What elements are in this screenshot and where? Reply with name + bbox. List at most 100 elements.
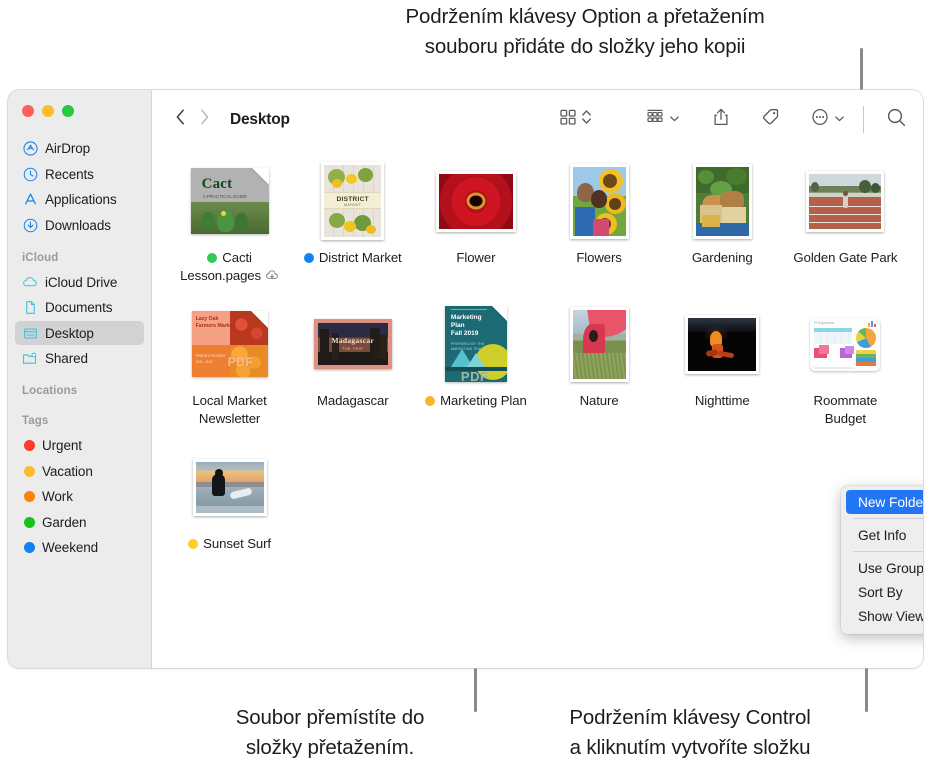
sidebar-item-label: Weekend [42,540,99,555]
shared-folder-icon [22,351,38,367]
menu-item-label: Use Groups [858,560,923,576]
file-item[interactable]: R Expenses Roommate Budget [784,302,907,427]
tag-color-dot [24,542,35,553]
forward-button[interactable] [192,106,216,134]
file-item[interactable]: Nighttime [661,302,784,427]
search-button[interactable] [886,105,907,135]
tag-icon [760,107,780,132]
file-label: Local Market Newsletter [169,392,291,427]
file-label: Nature [580,392,619,410]
share-button[interactable] [712,105,730,135]
file-name-line: Nighttime [694,393,750,408]
context-menu[interactable]: New Folder Get Info Use Groups Sort By ›… [841,486,923,634]
group-by-icon [645,107,665,132]
back-button[interactable] [168,106,192,134]
file-item[interactable]: Madagascar THE TRIP Madagascar [291,302,414,427]
menu-item-use-groups[interactable]: Use Groups [846,556,923,580]
file-item[interactable]: Gardening [661,159,784,284]
file-item[interactable]: DISTRICT MARKET District Market [291,159,414,284]
window-controls [22,105,74,117]
file-item[interactable]: Lazy Oak Farmers Market FRESH PICKED VOL. … [168,302,291,427]
menu-item-sort-by[interactable]: Sort By › [846,580,923,604]
sidebar-item-label: AirDrop [45,141,91,156]
sidebar-tag-vacation[interactable]: Vacation [15,459,144,483]
cloud-icon [22,274,38,290]
photo-thumbnail [692,163,752,239]
sidebar-item-label: Shared [45,351,88,366]
airdrop-icon [22,141,38,157]
sidebar-item-downloads[interactable]: Downloads [15,213,144,237]
file-item[interactable]: Sunset Surf [168,445,291,553]
sidebar-item-shared[interactable]: Shared [15,347,144,371]
sidebar-item-label: Urgent [42,438,82,453]
chevron-right-icon [198,107,211,132]
group-by-button[interactable] [645,105,680,135]
file-label: Golden Gate Park [793,249,897,267]
file-name-line: Lesson.pages [180,267,262,283]
menu-item-get-info[interactable]: Get Info [846,523,923,547]
file-label: Flowers [576,249,622,267]
file-thumbnail: DISTRICT MARKET [321,162,385,240]
sidebar-item-airdrop[interactable]: AirDrop [15,137,144,161]
sidebar-item-label: iCloud Drive [45,274,118,290]
file-label: Madagascar [317,392,389,410]
file-label: Gardening [692,249,753,267]
sidebar-tag-weekend[interactable]: Weekend [15,536,144,560]
sidebar-tag-garden[interactable]: Garden [15,510,144,534]
pdf-document-icon: Lazy Oak Farmers Market FRESH PICKED VOL. … [191,311,268,377]
file-label: Flower [456,249,495,267]
clock-icon [22,166,38,182]
sidebar-item-documents[interactable]: Documents [15,296,144,320]
file-item[interactable]: Golden Gate Park [784,159,907,284]
file-label: Sunset Surf [188,535,271,553]
sidebar-item-icloud-drive[interactable]: iCloud Drive [15,270,144,294]
file-item[interactable]: Cact A PRACTICAL GUIDE Cacti Lesson.page… [168,159,291,284]
annotation-drag-to-move: Soubor přemístíte do složky přetažením. [235,706,425,759]
finder-window: AirDrop Recents Applications Downloads i… [8,90,923,668]
sidebar-tag-work[interactable]: Work [15,485,144,509]
menu-item-label: Show View Options [858,608,923,624]
file-name-line: Local Market [192,393,267,408]
view-mode-button[interactable] [559,105,577,135]
close-button[interactable] [22,105,34,117]
sidebar-tag-urgent[interactable]: Urgent [15,434,144,458]
file-item[interactable]: Nature [537,302,660,427]
photo-thumbnail [685,314,760,374]
sort-updown-icon [580,107,593,132]
zoom-button[interactable] [62,105,74,117]
photo-thumbnail [192,458,267,516]
file-name-line: Marketing Plan [440,393,527,408]
sidebar-item-label: Desktop [45,325,94,341]
sidebar-item-desktop[interactable]: Desktop [15,321,144,345]
file-item[interactable]: Flower [414,159,537,284]
file-thumbnail [806,163,885,239]
file-label: Nighttime [695,392,750,410]
sidebar-item-label: Vacation [42,463,93,479]
chevron-down-icon [669,111,680,129]
file-item[interactable]: Marketing Plan Fall 2019 PREPARED BY THE MA… [414,302,537,427]
file-thumbnail: Cact A PRACTICAL GUIDE [190,163,269,239]
sort-order-button[interactable] [580,105,593,135]
file-name-line: Gardening [691,250,753,265]
file-item[interactable]: Flowers [537,159,660,284]
minimize-button[interactable] [42,105,54,117]
sidebar-item-applications[interactable]: Applications [15,188,144,212]
icloud-download-icon[interactable] [265,269,279,281]
menu-separator [853,518,923,519]
file-thumbnail: Lazy Oak Farmers Market FRESH PICKED VOL. … [191,306,268,382]
menu-item-show-view-options[interactable]: Show View Options [846,604,923,628]
menu-item-new-folder[interactable]: New Folder [846,490,923,514]
more-ellipsis-icon [810,107,830,132]
downloads-icon [22,217,38,233]
more-actions-button[interactable] [810,105,845,135]
numbers-document-icon: R Expenses [810,317,881,371]
page-title: Desktop [230,110,290,128]
file-name-line: Flower [456,250,496,265]
chevron-left-icon [174,107,187,132]
sidebar-item-recents[interactable]: Recents [15,162,144,186]
file-label: Marketing Plan [425,392,527,410]
file-thumbnail: R Expenses [810,306,881,382]
photo-thumbnail: Madagascar THE TRIP [313,319,392,369]
tag-button[interactable] [760,105,780,135]
sidebar-header-locations: Locations [22,385,78,397]
